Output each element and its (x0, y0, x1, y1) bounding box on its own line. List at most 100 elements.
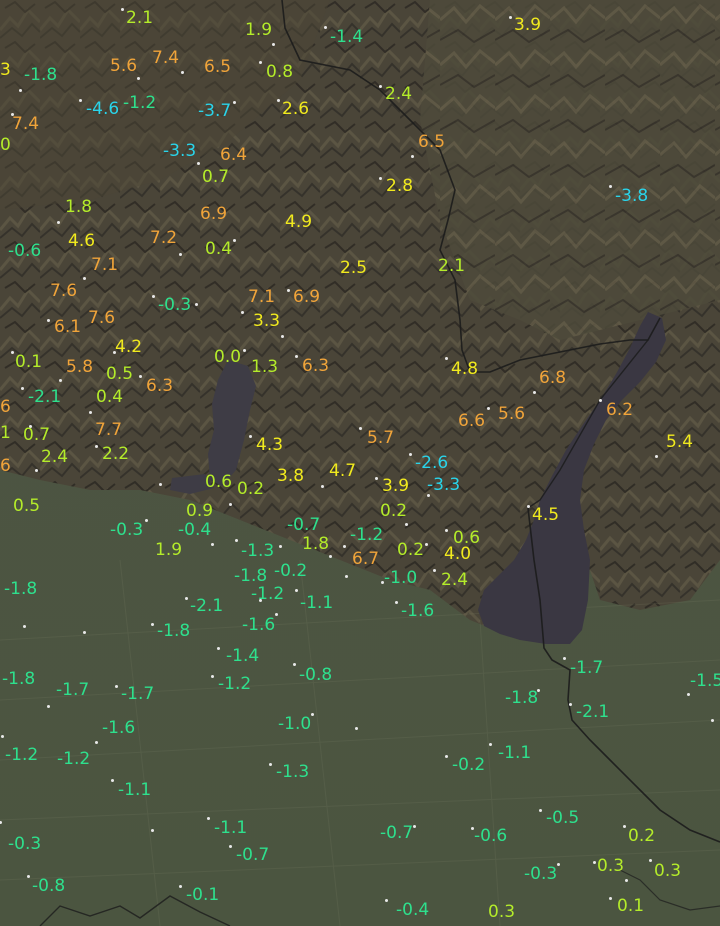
temperature-label[interactable]: 4.8 (451, 361, 478, 378)
station-marker[interactable] (445, 529, 448, 532)
temperature-label[interactable]: -1.7 (121, 686, 154, 703)
temperature-label[interactable]: -1.8 (24, 67, 57, 84)
station-marker[interactable] (21, 387, 24, 390)
station-marker[interactable] (235, 539, 238, 542)
station-marker[interactable] (655, 455, 658, 458)
temperature-label[interactable]: -1.4 (330, 29, 363, 46)
temperature-label[interactable]: -0.6 (474, 828, 507, 845)
temperature-label[interactable]: -1.0 (278, 716, 311, 733)
station-marker[interactable] (275, 613, 278, 616)
station-marker[interactable] (229, 845, 232, 848)
station-marker[interactable] (293, 663, 296, 666)
station-marker[interactable] (159, 483, 162, 486)
temperature-label[interactable]: 1.8 (302, 536, 329, 553)
station-marker[interactable] (599, 399, 602, 402)
temperature-label[interactable]: 0.2 (628, 828, 655, 845)
station-marker[interactable] (111, 779, 114, 782)
station-marker[interactable] (79, 99, 82, 102)
station-marker[interactable] (59, 379, 62, 382)
station-marker[interactable] (179, 885, 182, 888)
temperature-label[interactable]: 7.7 (95, 422, 122, 439)
temperature-label[interactable]: -1.1 (118, 782, 151, 799)
temperature-label[interactable]: 0.1 (15, 354, 42, 371)
temperature-label[interactable]: 0.2 (237, 481, 264, 498)
station-marker[interactable] (311, 713, 314, 716)
temperature-label[interactable]: 0.3 (488, 904, 515, 921)
station-marker[interactable] (151, 623, 154, 626)
temperature-label[interactable]: 0.7 (202, 169, 229, 186)
temperature-label[interactable]: 2.1 (126, 10, 153, 27)
station-marker[interactable] (83, 631, 86, 634)
station-marker[interactable] (217, 647, 220, 650)
temperature-label[interactable]: -1.8 (234, 568, 267, 585)
station-marker[interactable] (411, 155, 414, 158)
station-marker[interactable] (151, 829, 154, 832)
station-marker[interactable] (569, 703, 572, 706)
station-marker[interactable] (609, 897, 612, 900)
temperature-label[interactable]: 6.3 (146, 378, 173, 395)
station-marker[interactable] (279, 545, 282, 548)
station-marker[interactable] (533, 391, 536, 394)
temperature-label[interactable]: -2.1 (28, 389, 61, 406)
station-marker[interactable] (413, 825, 416, 828)
temperature-label[interactable]: 4.6 (68, 233, 95, 250)
temperature-label[interactable]: 3.3 (253, 313, 280, 330)
station-marker[interactable] (324, 26, 327, 29)
station-marker[interactable] (445, 755, 448, 758)
temperature-label[interactable]: 7.1 (248, 289, 275, 306)
temperature-label[interactable]: -0.8 (299, 667, 332, 684)
station-marker[interactable] (395, 601, 398, 604)
temperature-label[interactable]: 5.4 (666, 434, 693, 451)
temperature-label[interactable]: 0.3 (597, 858, 624, 875)
station-marker[interactable] (121, 8, 124, 11)
temperature-label[interactable]: -1.2 (5, 747, 38, 764)
station-marker[interactable] (343, 545, 346, 548)
temperature-label[interactable]: 7.2 (150, 230, 177, 247)
temperature-label[interactable]: 0.2 (380, 503, 407, 520)
station-marker[interactable] (509, 16, 512, 19)
temperature-label[interactable]: -0.2 (274, 563, 307, 580)
station-marker[interactable] (563, 657, 566, 660)
temperature-label[interactable]: 2.8 (386, 178, 413, 195)
temperature-label[interactable]: -0.3 (8, 836, 41, 853)
station-marker[interactable] (329, 555, 332, 558)
temperature-label[interactable]: -0.3 (524, 866, 557, 883)
station-marker[interactable] (137, 77, 140, 80)
temperature-label[interactable]: -1.1 (498, 745, 531, 762)
temperature-label[interactable]: 4.2 (115, 339, 142, 356)
temperature-label[interactable]: 0.0 (214, 349, 241, 366)
temperature-label[interactable]: -0.1 (186, 887, 219, 904)
station-marker[interactable] (197, 162, 200, 165)
temperature-label[interactable]: -1.8 (4, 581, 37, 598)
temperature-label[interactable]: -3.3 (427, 477, 460, 494)
temperature-label[interactable]: -1.2 (123, 95, 156, 112)
temperature-label[interactable]: 7.1 (91, 257, 118, 274)
station-marker[interactable] (152, 295, 155, 298)
station-marker[interactable] (181, 71, 184, 74)
station-marker[interactable] (433, 569, 436, 572)
temperature-label[interactable]: -3.8 (615, 188, 648, 205)
temperature-label[interactable]: 1.9 (245, 22, 272, 39)
station-marker[interactable] (207, 817, 210, 820)
temperature-label[interactable]: 4.0 (444, 546, 471, 563)
temperature-label[interactable]: -0.4 (178, 522, 211, 539)
temperature-label[interactable]: -2.1 (576, 704, 609, 721)
station-marker[interactable] (355, 727, 358, 730)
temperature-label[interactable]: -1.1 (214, 820, 247, 837)
temperature-label[interactable]: -0.7 (236, 847, 269, 864)
station-marker[interactable] (623, 825, 626, 828)
temperature-label[interactable]: 0.8 (266, 64, 293, 81)
temperature-label[interactable]: -1.2 (57, 751, 90, 768)
temperature-label[interactable]: 5.6 (498, 406, 525, 423)
temperature-label[interactable]: 1.9 (155, 542, 182, 559)
station-marker[interactable] (243, 349, 246, 352)
temperature-label[interactable]: -1.7 (56, 682, 89, 699)
temperature-label[interactable]: 2.4 (385, 86, 412, 103)
temperature-label[interactable]: 6.2 (606, 402, 633, 419)
temperature-label[interactable]: 2.4 (441, 572, 468, 589)
temperature-label[interactable]: -1.6 (102, 720, 135, 737)
station-marker[interactable] (83, 277, 86, 280)
station-marker[interactable] (185, 597, 188, 600)
station-marker[interactable] (687, 693, 690, 696)
station-marker[interactable] (57, 221, 60, 224)
